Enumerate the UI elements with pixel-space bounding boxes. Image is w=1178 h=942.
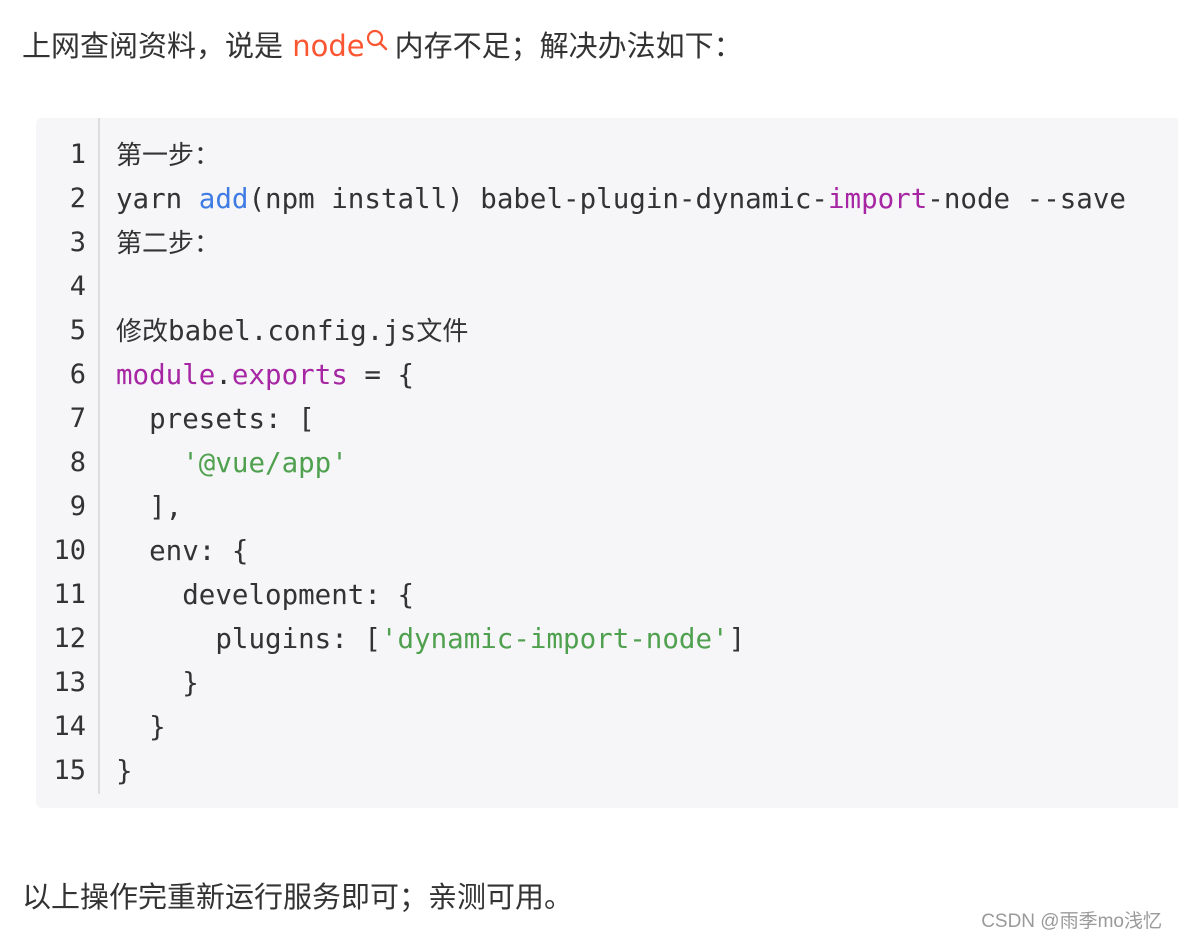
code-line-2: yarn add(npm install) babel-plugin-dynam… [116,177,1126,221]
code-text: yarn [116,183,199,215]
csdn-watermark: CSDN @雨季mo浅忆 [981,911,1162,932]
code-keyword: import [827,183,928,215]
code-text: 修改 [116,317,169,347]
code-text: } [116,667,199,699]
code-line-11: development: { [116,573,414,617]
line-number: 9 [69,491,86,522]
line-number: 8 [69,447,86,478]
code-keyword: add [198,183,249,215]
line-number: 15 [53,755,86,786]
line-number: 14 [53,711,86,742]
code-line-13: } [116,661,199,705]
code-line-14: } [116,705,166,749]
code-text: development: { [116,579,415,611]
code-line-7: presets: [ [116,397,315,441]
code-text: ], [116,491,183,523]
intro-paragraph: 上网查阅资料，说是 node 内存不足；解决办法如下： [22,26,743,66]
code-text: 第二步： [116,229,221,259]
line-number: 6 [69,359,86,390]
code-line-5: 修改babel.config.js文件 [116,309,468,353]
code-text: presets: [ [116,403,315,435]
code-line-3: 第二步： [116,221,220,265]
line-number: 3 [69,227,86,258]
code-line-9: ], [116,485,182,529]
code-line-1: 第一步： [116,133,220,177]
line-number: 1 [69,139,86,170]
code-text: . [215,359,232,391]
code-text: plugins: [ [116,623,381,655]
code-text: -node --save [927,183,1126,215]
code-string: 'dynamic-import-node' [380,623,729,655]
line-number: 7 [69,403,86,434]
code-text: } [116,755,133,787]
code-line-12: plugins: ['dynamic-import-node'] [116,617,745,661]
line-number: 12 [53,623,86,654]
code-line-6: module.exports = { [116,353,414,397]
line-number: 13 [53,667,86,698]
code-text: 第一步： [116,141,221,171]
line-number-gutter: 1 2 3 4 5 6 7 8 9 10 11 12 13 14 15 [36,118,100,794]
line-number: 5 [69,315,86,346]
code-string: '@vue/app' [116,447,348,479]
line-number: 10 [53,535,86,566]
line-number: 4 [69,271,86,302]
intro-text-after: 内存不足；解决办法如下： [394,29,743,63]
code-keyword: module [116,359,216,391]
outro-paragraph: 以上操作完重新运行服务即可；亲测可用。 [22,880,574,914]
intro-text-before: 上网查阅资料，说是 [22,29,293,63]
code-text: babel.config.js [168,315,417,347]
code-line-8: '@vue/app' [116,441,348,485]
code-line-15: } [116,749,133,793]
code-text: = { [347,359,415,391]
line-number: 11 [53,579,86,610]
code-text: ] [728,623,746,655]
code-keyword: exports [231,359,348,391]
code-text: (npm install) babel-plugin-dynamic- [248,183,828,215]
code-block: 1 2 3 4 5 6 7 8 9 10 11 12 13 14 15 第一步：… [36,118,1178,808]
code-text: } [116,711,166,743]
node-keyword-link[interactable]: node [292,29,364,63]
code-text: env: { [116,535,249,567]
code-text: 文件 [416,317,469,347]
line-number: 2 [69,183,86,214]
search-icon[interactable] [365,28,389,52]
code-line-10: env: { [116,529,248,573]
